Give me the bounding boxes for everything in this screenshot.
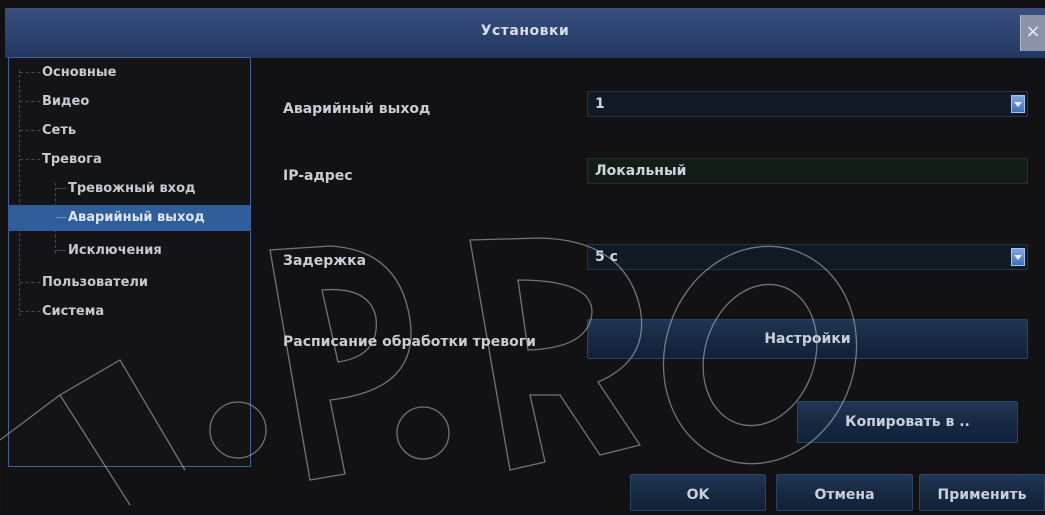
sidebar-item-label: Аварийный выход bbox=[68, 210, 205, 225]
ip-address-value: Локальный bbox=[595, 163, 687, 179]
ok-button[interactable]: OK bbox=[630, 474, 766, 511]
sidebar-item-video[interactable]: Видео bbox=[20, 89, 89, 115]
tree-branch bbox=[20, 282, 40, 283]
sidebar-item-label: Тревога bbox=[42, 152, 102, 167]
tree-branch bbox=[20, 101, 40, 102]
sidebar-item-alarm-input[interactable]: Тревожный вход bbox=[56, 176, 196, 202]
sidebar-item-label: Исключения bbox=[68, 243, 162, 258]
cancel-button[interactable]: Отмена bbox=[776, 474, 913, 511]
delay-value: 5 с bbox=[595, 249, 618, 265]
chevron-down-icon[interactable] bbox=[1011, 248, 1025, 266]
sidebar-item-basic[interactable]: Основные bbox=[20, 60, 116, 86]
sidebar-item-label: Пользователи bbox=[42, 275, 149, 290]
sidebar-item-exceptions[interactable]: Исключения bbox=[56, 238, 162, 264]
sidebar-item-label: Видео bbox=[42, 94, 90, 109]
delay-select[interactable]: 5 с bbox=[587, 244, 1028, 270]
tree-branch bbox=[56, 188, 66, 189]
alarm-output-select[interactable]: 1 bbox=[587, 91, 1028, 117]
sidebar-item-system[interactable]: Система bbox=[20, 299, 104, 325]
sidebar-item-alarm-output[interactable]: Аварийный выход bbox=[8, 205, 250, 231]
sidebar-item-label: Сеть bbox=[42, 123, 77, 138]
chevron-down-icon[interactable] bbox=[1011, 95, 1025, 113]
alarm-output-value: 1 bbox=[595, 96, 605, 112]
close-icon[interactable]: × bbox=[1020, 15, 1045, 51]
copy-to-button[interactable]: Копировать в .. bbox=[797, 401, 1018, 443]
sidebar-item-network[interactable]: Сеть bbox=[20, 118, 76, 144]
tree-branch bbox=[20, 311, 40, 312]
tree-branch bbox=[20, 130, 40, 131]
delay-label: Задержка bbox=[283, 253, 367, 269]
tree-branch bbox=[56, 250, 66, 251]
schedule-settings-button[interactable]: Настройки bbox=[587, 319, 1028, 359]
sidebar-item-label: Основные bbox=[42, 65, 117, 80]
sidebar-item-label: Система bbox=[42, 304, 105, 319]
tree-branch bbox=[20, 72, 40, 73]
sidebar-item-users[interactable]: Пользователи bbox=[20, 270, 148, 296]
sidebar-item-alarm[interactable]: Тревога bbox=[20, 147, 102, 173]
tree-branch bbox=[20, 159, 40, 160]
ip-address-label: IP-адрес bbox=[283, 168, 353, 184]
apply-button[interactable]: Применить bbox=[919, 474, 1045, 511]
window-title: Установки bbox=[480, 23, 570, 39]
schedule-label: Расписание обработки тревоги bbox=[283, 334, 536, 350]
ip-address-field[interactable]: Локальный bbox=[587, 158, 1028, 184]
sidebar-item-label: Тревожный вход bbox=[68, 181, 196, 196]
tree-branch bbox=[56, 217, 66, 218]
title-bar: Установки × bbox=[5, 8, 1045, 59]
alarm-output-label: Аварийный выход bbox=[283, 101, 431, 117]
